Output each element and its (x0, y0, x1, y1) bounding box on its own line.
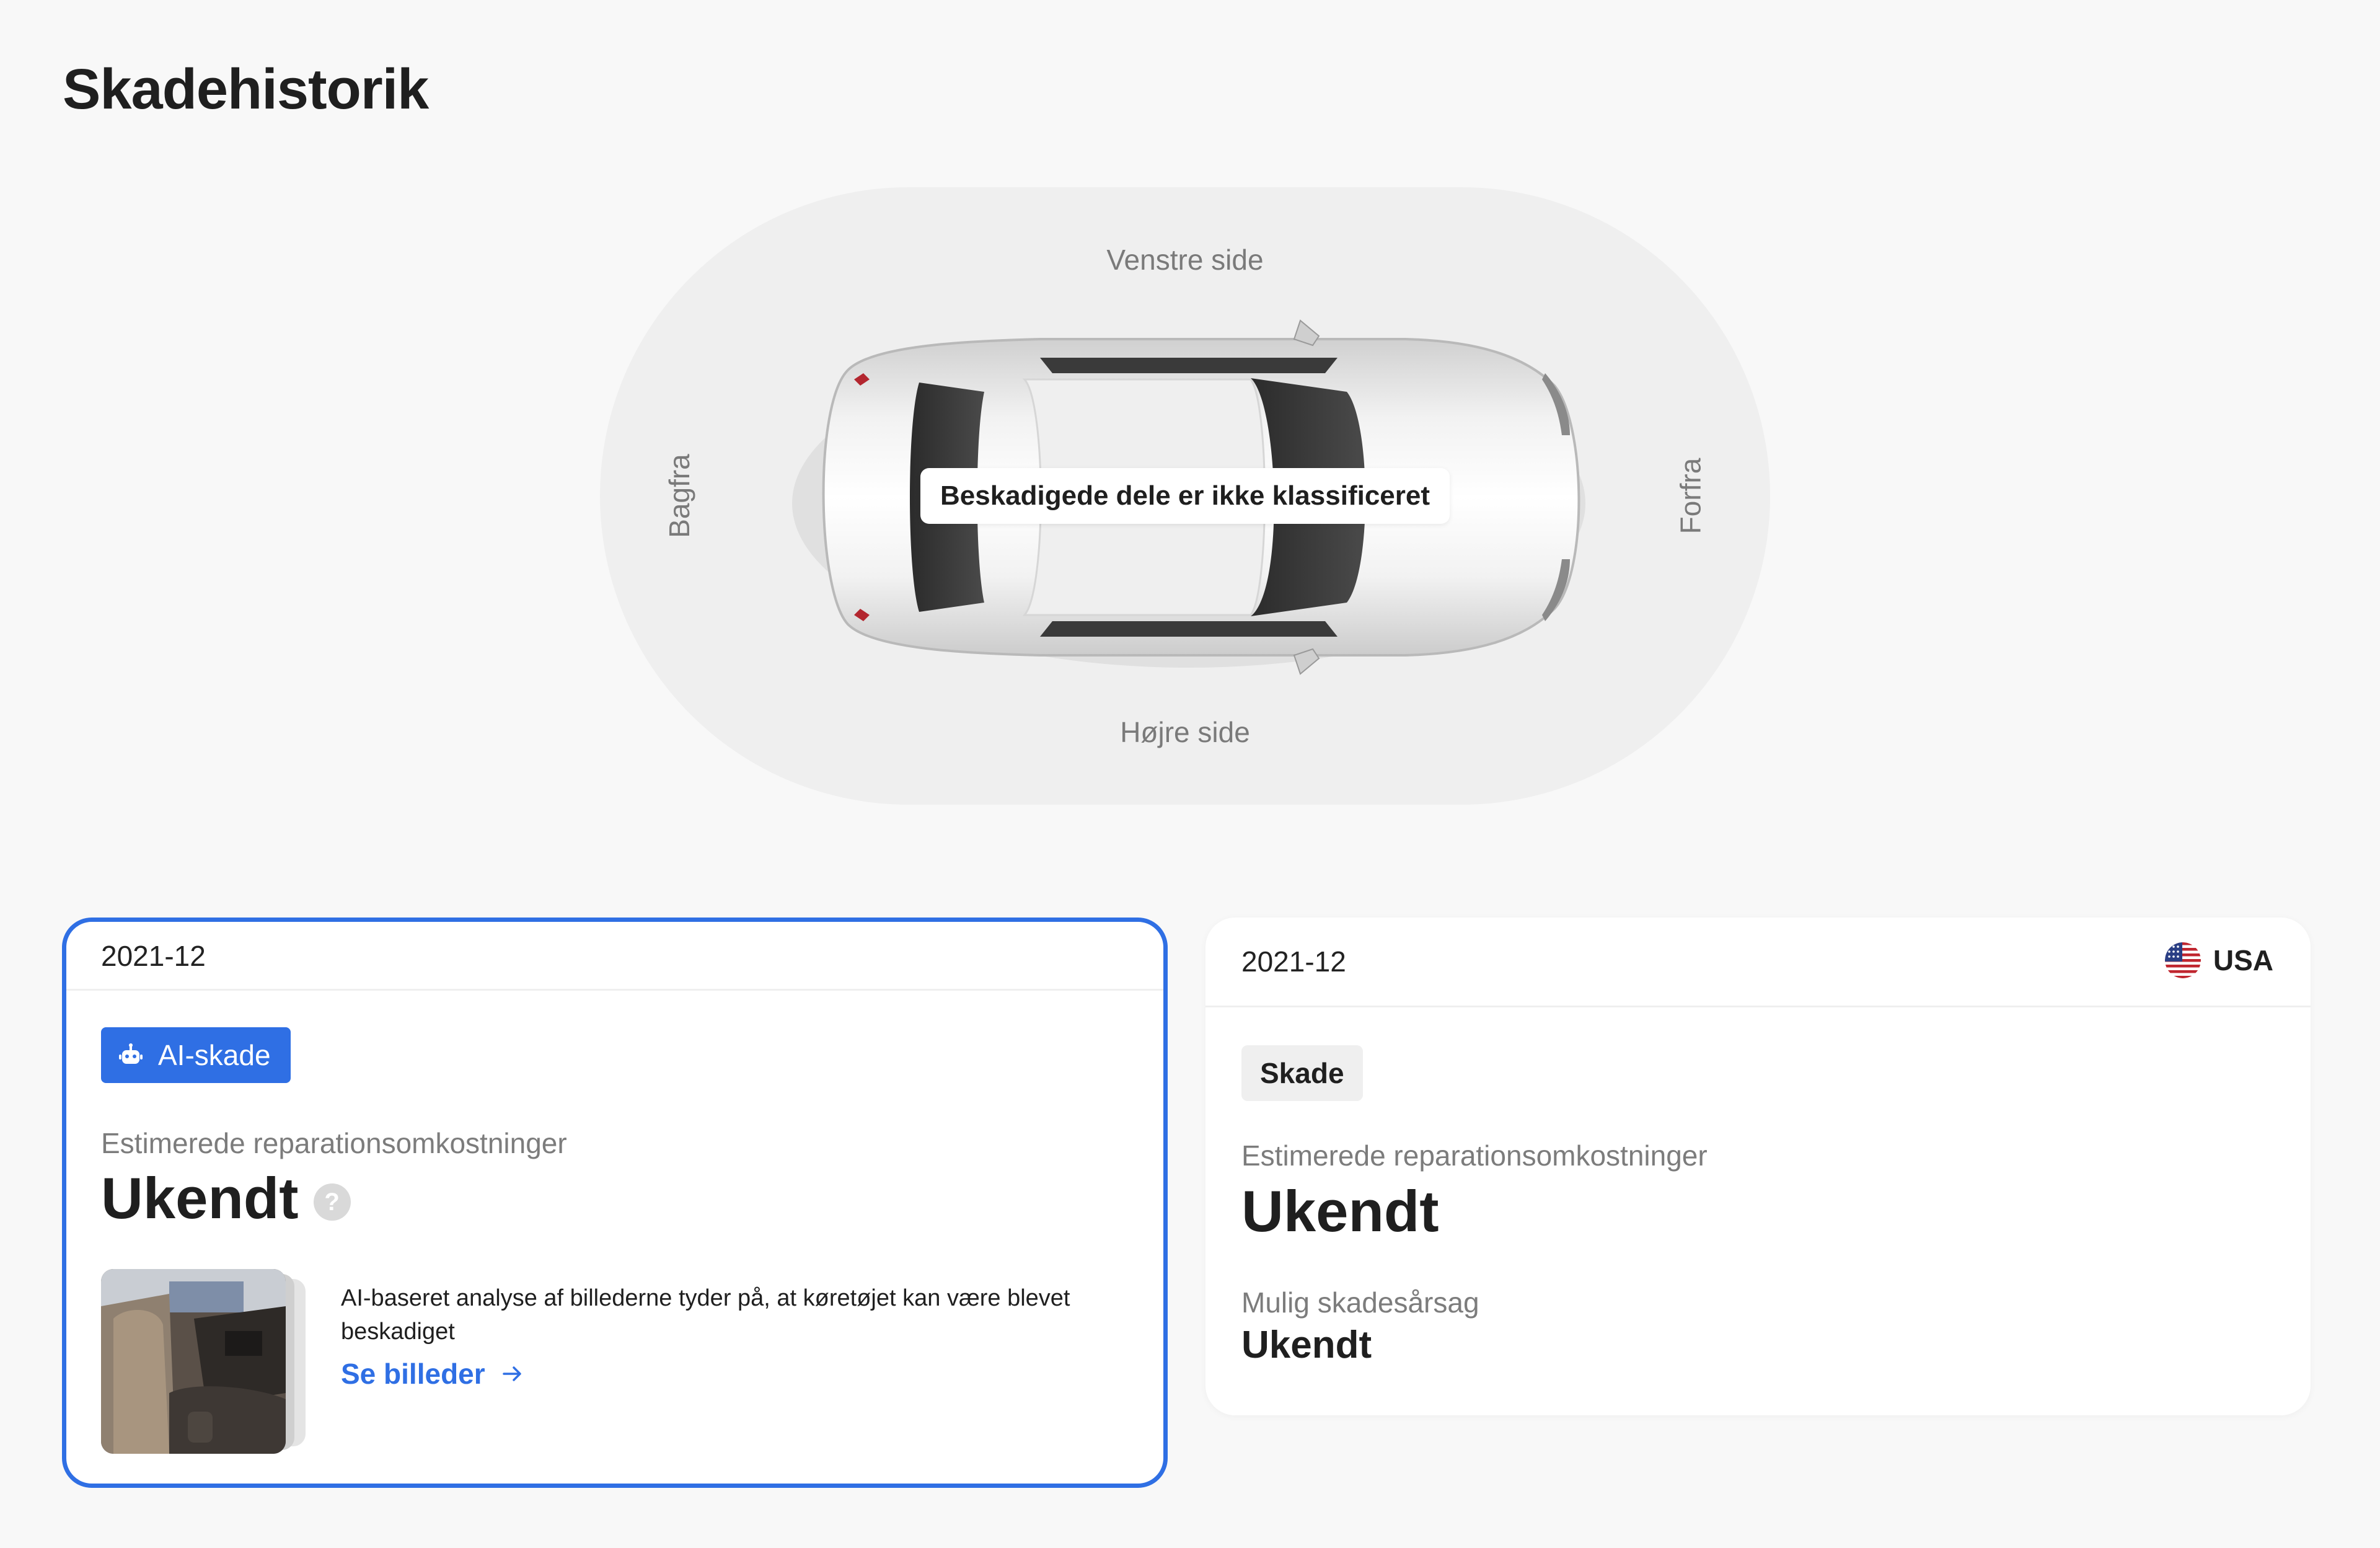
arrow-right-icon (502, 1366, 521, 1381)
estimated-cost-text: Ukendt (101, 1165, 299, 1231)
page-title: Skadehistorik (63, 58, 429, 121)
damage-cause-value: Ukendt (1241, 1324, 1372, 1366)
ai-damage-badge-label: AI-skade (158, 1039, 271, 1071)
estimated-cost-value: Ukendt (1241, 1179, 1439, 1244)
label-front: Forfra (1675, 458, 1707, 534)
estimated-cost-label: Estimerede reparationsomkostninger (1241, 1139, 1708, 1172)
damage-cause-label: Mulig skadesårsag (1241, 1286, 1479, 1319)
us-flag-icon (2164, 942, 2201, 978)
card-header: 2021-12 USA (1205, 918, 2311, 1007)
help-icon[interactable]: ? (313, 1183, 351, 1221)
see-photos-label: Se billeder (341, 1358, 485, 1390)
robot-icon (119, 1043, 143, 1064)
damage-photo-thumbnail[interactable] (101, 1269, 312, 1455)
label-right-side: Højre side (1120, 716, 1250, 748)
ai-damage-badge: AI-skade (101, 1027, 291, 1083)
label-left-side: Venstre side (1106, 244, 1264, 276)
estimated-cost-label: Estimerede reparationsomkostninger (101, 1127, 567, 1159)
country-indicator: USA (2164, 942, 2273, 978)
ai-analysis-text: AI-baseret analyse af billederne tyder p… (341, 1285, 1070, 1345)
record-date: 2021-12 (101, 940, 206, 972)
damage-record-card-usa[interactable]: 2021-12 USA Skade Estimerede reparations… (1205, 918, 2311, 1415)
damage-diagram: Venstre side Højre side Bagfra Forfra Be… (600, 187, 1770, 805)
damage-record-card-ai[interactable]: 2021-12 AI-skade Estimerede reparationso… (62, 918, 1168, 1488)
car-interior-photo (101, 1269, 286, 1454)
country-name: USA (2213, 944, 2273, 976)
label-rear: Bagfra (663, 454, 695, 538)
diagram-tooltip: Beskadigede dele er ikke klassificeret (920, 468, 1450, 524)
card-header: 2021-12 (66, 922, 1163, 991)
see-photos-link[interactable]: Se billeder (341, 1357, 525, 1391)
record-date: 2021-12 (1241, 945, 1346, 978)
damage-badge: Skade (1241, 1045, 1363, 1101)
estimated-cost-value: Ukendt ? (101, 1165, 351, 1232)
